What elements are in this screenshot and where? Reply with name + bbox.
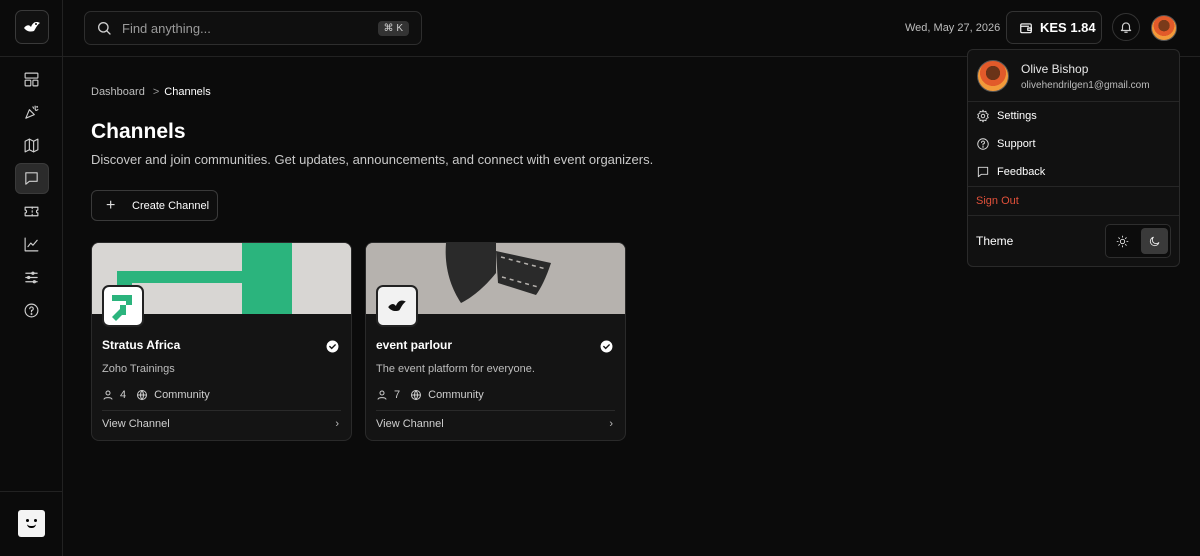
channel-card-event-parlour[interactable]: event parlour The event platform for eve…: [365, 242, 626, 441]
menu-item-support-label: Support: [997, 138, 1036, 150]
search-icon: [98, 22, 111, 35]
party-popper-icon: [25, 105, 39, 119]
sidebar-item-events[interactable]: [15, 97, 49, 128]
sign-out-button[interactable]: Sign Out: [976, 195, 1019, 207]
chevron-right-icon[interactable]: ›: [335, 418, 339, 430]
dashboard-icon: [24, 72, 39, 87]
breadcrumb-current: Channels: [164, 86, 211, 98]
sun-icon: [1116, 235, 1129, 247]
sliders-icon: [25, 271, 38, 284]
members-icon: [377, 390, 387, 400]
sidebar-item-settings[interactable]: [15, 262, 49, 293]
theme-label: Theme: [976, 234, 1014, 248]
wallet-icon: [1020, 22, 1032, 33]
sidebar-item-help[interactable]: [15, 295, 49, 326]
breadcrumb-dashboard[interactable]: Dashboard: [91, 86, 145, 98]
theme-dark-button[interactable]: [1141, 228, 1168, 254]
breadcrumb: Dashboard > Channels: [91, 86, 211, 98]
menu-item-support[interactable]: Support: [968, 130, 1179, 158]
menu-item-settings-label: Settings: [997, 110, 1037, 122]
card-divider: [376, 410, 615, 411]
channel-name: event parlour: [376, 338, 453, 352]
verified-badge-icon: [326, 340, 339, 353]
sidebar-item-dashboard[interactable]: [15, 64, 49, 95]
create-channel-button[interactable]: + Create Channel: [91, 190, 218, 221]
moon-icon: [1149, 236, 1160, 246]
bot-eye-right: [34, 519, 37, 522]
menu-divider: [968, 215, 1179, 216]
sidebar-divider: [0, 56, 63, 57]
menu-divider: [968, 186, 1179, 187]
message-square-icon: [977, 166, 989, 178]
current-date: Wed, May 27, 2026: [905, 22, 1001, 34]
channel-description: The event platform for everyone.: [376, 363, 535, 375]
search-shortcut-badge: ⌘ K: [377, 20, 409, 36]
member-count: 4: [120, 389, 127, 401]
notifications-button[interactable]: [1112, 13, 1140, 41]
user-menu-header: Olive Bishop olivehendrilgen1@gmail.com: [968, 50, 1179, 102]
logo-icon: [24, 22, 40, 32]
sidebar-item-map[interactable]: [15, 130, 49, 161]
chat-bot-icon[interactable]: [18, 510, 45, 537]
view-channel-link[interactable]: View Channel: [102, 418, 170, 430]
bell-icon: [1120, 22, 1132, 33]
analytics-icon: [24, 237, 39, 252]
page-title: Channels: [91, 120, 186, 143]
channel-logo-stratus: [102, 285, 144, 327]
app-logo[interactable]: [15, 10, 49, 44]
globe-icon: [411, 390, 422, 401]
menu-item-settings[interactable]: Settings: [968, 102, 1179, 130]
ticket-icon: [24, 206, 39, 217]
user-name: Olive Bishop: [1021, 62, 1089, 76]
app-root: Find anything... ⌘ K Wed, May 27, 2026 K…: [0, 0, 1200, 556]
breadcrumb-separator: >: [152, 86, 160, 98]
search-bar[interactable]: Find anything... ⌘ K: [84, 11, 422, 45]
channel-meta: 7 Community: [376, 389, 484, 401]
sidebar-item-analytics[interactable]: [15, 229, 49, 260]
channels-icon: [25, 172, 38, 185]
menu-item-feedback-label: Feedback: [997, 166, 1046, 178]
globe-icon: [137, 390, 148, 401]
channel-visibility: Community: [428, 389, 484, 401]
verified-badge-icon: [600, 340, 613, 353]
sidebar: [0, 0, 63, 556]
sidebar-bottom-divider: [0, 491, 63, 492]
channel-logo-event-parlour: [376, 285, 418, 327]
plus-icon: +: [106, 196, 116, 214]
user-avatar-button[interactable]: [1151, 15, 1177, 41]
gear-icon: [977, 109, 989, 123]
channel-meta: 4 Community: [102, 389, 210, 401]
avatar: [977, 60, 1009, 92]
wallet-button[interactable]: KES 1.84: [1006, 11, 1102, 44]
sidebar-item-channels[interactable]: [14, 163, 49, 194]
search-placeholder[interactable]: Find anything...: [122, 21, 378, 36]
user-email: olivehendrilgen1@gmail.com: [1021, 80, 1150, 91]
page-subtitle: Discover and join communities. Get updat…: [91, 152, 654, 167]
channel-description: Zoho Trainings: [102, 363, 175, 375]
help-circle-icon: [977, 138, 989, 150]
user-menu-dropdown: Olive Bishop olivehendrilgen1@gmail.com …: [967, 49, 1180, 267]
theme-light-button[interactable]: [1109, 228, 1136, 254]
event-parlour-logo-icon: [388, 300, 406, 312]
member-count: 7: [394, 389, 401, 401]
sidebar-nav: [0, 62, 63, 328]
theme-toggle: [1105, 224, 1171, 258]
channel-visibility: Community: [154, 389, 210, 401]
channel-card-stratus-africa[interactable]: Stratus Africa Zoho Trainings 4 Communit…: [91, 242, 352, 441]
channel-name: Stratus Africa: [102, 338, 181, 352]
sidebar-item-tickets[interactable]: [15, 196, 49, 227]
chevron-right-icon[interactable]: ›: [609, 418, 613, 430]
stratus-logo-icon: [112, 295, 132, 321]
card-divider: [102, 410, 341, 411]
wallet-balance: KES 1.84: [1040, 20, 1096, 35]
bot-eye-left: [26, 519, 29, 522]
members-icon: [103, 390, 113, 400]
map-icon: [24, 138, 39, 153]
bot-mouth: [27, 524, 36, 528]
create-channel-label: Create Channel: [132, 199, 210, 212]
help-icon: [24, 303, 39, 318]
menu-item-feedback[interactable]: Feedback: [968, 158, 1179, 186]
view-channel-link[interactable]: View Channel: [376, 418, 444, 430]
